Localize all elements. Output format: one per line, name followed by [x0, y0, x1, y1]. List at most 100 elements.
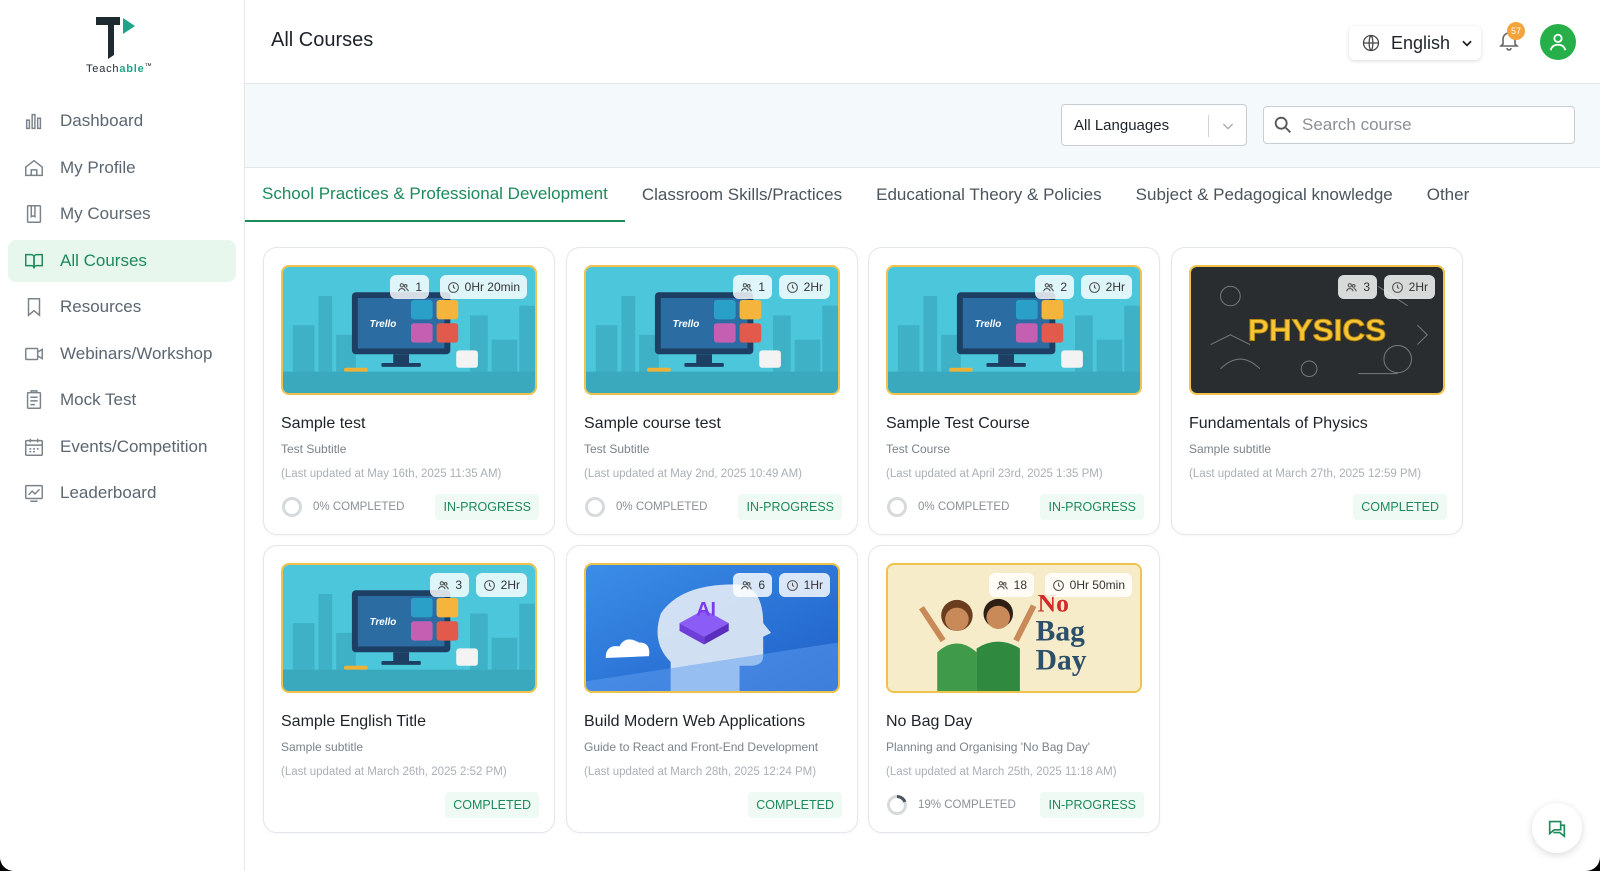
sidebar-item-all-courses[interactable]: All Courses	[8, 239, 236, 282]
thumb-title-text: PHYSICS	[1248, 313, 1386, 348]
book-icon	[22, 202, 46, 226]
filter-toolbar: All Languages	[245, 84, 1600, 168]
notification-badge: 57	[1507, 22, 1525, 40]
course-thumbnail: Trello 1 2Hr	[584, 265, 840, 395]
sidebar-item-label: Events/Competition	[60, 436, 208, 456]
bar-chart-icon	[22, 109, 46, 133]
users-icon	[398, 282, 410, 291]
clock-icon	[1088, 281, 1100, 293]
progress-ring-icon	[584, 496, 616, 518]
course-card[interactable]: Trello 1 2Hr Sample course test Test Sub…	[566, 247, 858, 535]
sidebar-item-dashboard[interactable]: Dashboard	[8, 100, 236, 142]
clipboard-icon	[22, 388, 46, 412]
tab-classroom-skills-practices[interactable]: Classroom Skills/Practices	[625, 168, 859, 222]
course-progress: 0% COMPLETED	[584, 496, 707, 518]
duration-pill: 2Hr	[1383, 275, 1435, 299]
course-card[interactable]: AI 6 1Hr Build Modern Web Applications G…	[566, 545, 858, 833]
duration-pill: 2Hr	[1080, 275, 1132, 299]
users-icon	[1346, 282, 1358, 291]
tab-educational-theory-policies[interactable]: Educational Theory & Policies	[859, 168, 1119, 222]
thumb-logo-text: Trello	[975, 319, 1002, 330]
teachable-logo[interactable]: Teachable™	[84, 15, 164, 79]
course-subtitle: Planning and Organising 'No Bag Day'	[886, 740, 1091, 754]
sidebar-item-events-competition[interactable]: Events/Competition	[8, 426, 236, 468]
progress-ring-icon	[886, 794, 918, 816]
course-thumbnail: Trello 1 0Hr 20min	[281, 265, 537, 395]
duration-pill: 2Hr	[475, 573, 527, 597]
thumb-title-text: AI	[696, 599, 716, 621]
course-last-updated: (Last updated at March 26th, 2025 2:52 P…	[281, 766, 507, 778]
clock-icon	[447, 281, 459, 293]
chevron-down-icon	[1462, 40, 1472, 47]
course-thumbnail: Trello 2 2Hr	[886, 265, 1142, 395]
page-title: All Courses	[271, 29, 374, 51]
language-selector[interactable]: English	[1349, 26, 1481, 60]
course-last-updated: (Last updated at May 2nd, 2025 10:49 AM)	[584, 468, 803, 480]
sidebar-item-label: Dashboard	[60, 111, 144, 130]
language-filter-value: All Languages	[1074, 116, 1170, 134]
thumb-logo-text: Trello	[370, 617, 397, 628]
language-label: English	[1391, 32, 1451, 53]
sidebar-item-mock-test[interactable]: Mock Test	[8, 379, 236, 421]
course-title[interactable]: Fundamentals of Physics	[1189, 415, 1368, 433]
chat-icon	[1548, 820, 1566, 838]
search-icon	[1274, 116, 1291, 133]
course-subtitle: Guide to React and Front-End Development	[584, 740, 819, 754]
sidebar-item-label: My Profile	[60, 157, 136, 177]
course-card[interactable]: No Bag Day No Bag Day 18 0Hr 50min No Ba…	[868, 545, 1160, 833]
learner-count-pill: 3	[1338, 275, 1377, 299]
search-box[interactable]	[1263, 106, 1575, 144]
status-badge: IN-PROGRESS	[435, 494, 539, 520]
category-tabs: School Practices & Professional Developm…	[245, 168, 1600, 222]
sidebar: Teachable™ Dashboard My Profile My Courses…	[0, 0, 245, 871]
sidebar-item-webinars-workshop[interactable]: Webinars/Workshop	[8, 333, 236, 375]
clock-icon	[1052, 579, 1064, 591]
course-subtitle: Test Subtitle	[584, 442, 650, 456]
home-icon	[22, 156, 46, 180]
sidebar-item-my-courses[interactable]: My Courses	[8, 193, 236, 235]
duration-pill: 1Hr	[778, 573, 830, 597]
chat-button[interactable]	[1532, 803, 1582, 853]
search-input[interactable]	[1302, 115, 1552, 135]
status-badge: IN-PROGRESS	[1040, 494, 1144, 520]
learner-count-pill: 3	[430, 573, 469, 597]
course-title[interactable]: Sample English Title	[281, 713, 426, 731]
globe-icon	[1362, 34, 1380, 52]
video-icon	[22, 342, 46, 366]
chevron-down-icon	[1222, 123, 1234, 130]
tab-school-practices-professional-development[interactable]: School Practices & Professional Developm…	[245, 168, 625, 222]
tab-other[interactable]: Other	[1410, 168, 1487, 222]
course-card[interactable]: PHYSICS 3 2Hr Fundamentals of Physics Sa…	[1171, 247, 1463, 535]
course-last-updated: (Last updated at April 23rd, 2025 1:35 P…	[886, 468, 1103, 480]
duration-pill: 0Hr 50min	[1044, 573, 1132, 597]
language-filter-select[interactable]: All Languages	[1061, 104, 1247, 146]
learner-count-pill: 1	[390, 275, 429, 299]
course-card[interactable]: Trello 3 2Hr Sample English Title Sample…	[263, 545, 555, 833]
tab-subject-pedagogical-knowledge[interactable]: Subject & Pedagogical knowledge	[1119, 168, 1410, 222]
status-badge: COMPLETED	[445, 792, 539, 818]
course-thumbnail: AI 6 1Hr	[584, 563, 840, 693]
course-title[interactable]: No Bag Day	[886, 713, 972, 731]
logo-text: Teachable™	[86, 63, 153, 75]
thumb-line-day: Day	[1036, 645, 1087, 677]
status-badge: IN-PROGRESS	[1040, 792, 1144, 818]
course-subtitle: Sample subtitle	[1189, 442, 1272, 456]
course-card[interactable]: Trello 2 2Hr Sample Test Course Test Cou…	[868, 247, 1160, 535]
course-title[interactable]: Sample test	[281, 415, 365, 433]
users-icon	[741, 282, 753, 291]
course-card[interactable]: Trello 1 0Hr 20min Sample test Test Subt…	[263, 247, 555, 535]
app-window: Teachable™ Dashboard My Profile My Courses…	[0, 0, 1600, 871]
clock-icon	[786, 579, 798, 591]
learner-count-pill: 18	[988, 573, 1034, 597]
users-icon	[1043, 282, 1055, 291]
course-title[interactable]: Sample course test	[584, 415, 721, 433]
course-title[interactable]: Sample Test Course	[886, 415, 1030, 433]
sidebar-item-resources[interactable]: Resources	[8, 286, 236, 328]
course-last-updated: (Last updated at March 27th, 2025 12:59 …	[1189, 468, 1422, 480]
sidebar-item-leaderboard[interactable]: Leaderboard	[8, 472, 236, 514]
progress-ring-icon	[886, 496, 918, 518]
course-title[interactable]: Build Modern Web Applications	[584, 713, 805, 731]
user-avatar[interactable]	[1540, 24, 1576, 60]
sidebar-item-my-profile[interactable]: My Profile	[8, 147, 236, 189]
duration-pill: 0Hr 20min	[439, 275, 527, 299]
